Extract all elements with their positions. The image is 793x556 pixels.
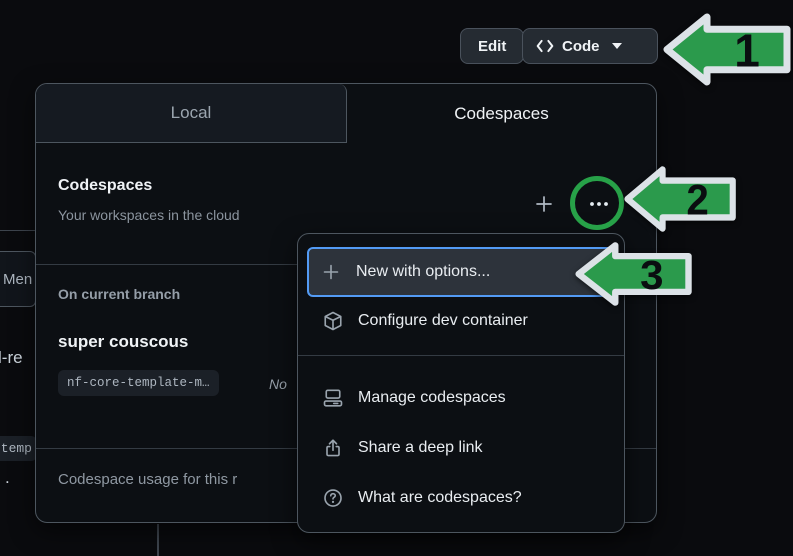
background-code-pill-fragment: temp bbox=[0, 436, 37, 461]
code-pill-fragment-label: temp bbox=[1, 441, 37, 456]
branch-pill-label: nf-core-template-m… bbox=[67, 376, 210, 390]
menu-item-label: Manage codespaces bbox=[358, 389, 506, 407]
on-current-branch-label: On current branch bbox=[58, 286, 180, 302]
new-codespace-plus-button[interactable] bbox=[534, 194, 554, 214]
codespaces-kebab-menu-button[interactable] bbox=[587, 193, 611, 215]
chevron-down-icon bbox=[612, 43, 622, 49]
menu-item-label: New with options... bbox=[356, 263, 490, 281]
code-button-label: Code bbox=[562, 38, 600, 55]
code-icon bbox=[536, 39, 554, 53]
background-dot-fragment: . bbox=[5, 468, 10, 488]
branch-pill: nf-core-template-m… bbox=[58, 370, 219, 396]
menu-item-label: Share a deep link bbox=[358, 439, 483, 457]
menu-item-new-with-options[interactable]: New with options... bbox=[307, 247, 617, 297]
menu-divider bbox=[298, 355, 624, 356]
edit-button-label: Edit bbox=[478, 38, 506, 55]
plus-icon bbox=[321, 263, 341, 281]
tab-local-label: Local bbox=[171, 103, 212, 123]
annotation-step-number: 1 bbox=[734, 24, 760, 76]
menu-item-what-are-codespaces[interactable]: What are codespaces? bbox=[309, 476, 615, 520]
codespaces-icon bbox=[323, 388, 343, 408]
codespaces-context-menu: New with options... Configure dev contai… bbox=[297, 233, 625, 533]
container-icon bbox=[323, 311, 343, 331]
codespaces-section-title: Codespaces bbox=[58, 177, 152, 195]
menu-item-label: What are codespaces? bbox=[358, 489, 522, 507]
codespace-name[interactable]: super couscous bbox=[58, 332, 188, 352]
code-button[interactable]: Code bbox=[522, 28, 658, 64]
menu-fragment-label: Men bbox=[0, 271, 32, 288]
share-icon bbox=[323, 438, 343, 458]
codespaces-section-subtitle: Your workspaces in the cloud bbox=[58, 207, 240, 223]
background-vertical-line bbox=[157, 524, 159, 556]
edit-button[interactable]: Edit bbox=[460, 28, 524, 64]
background-menu-button-fragment[interactable]: Men bbox=[0, 251, 36, 307]
menu-item-share-deep-link[interactable]: Share a deep link bbox=[309, 426, 615, 470]
question-icon bbox=[323, 488, 343, 508]
tab-codespaces[interactable]: Codespaces bbox=[347, 84, 656, 143]
codespace-usage-text: Codespace usage for this r bbox=[58, 471, 318, 488]
menu-item-label: Configure dev container bbox=[358, 312, 528, 330]
annotation-step-number: 2 bbox=[686, 176, 708, 223]
menu-item-configure-dev-container[interactable]: Configure dev container bbox=[309, 299, 615, 343]
annotation-arrow-1: 1 bbox=[663, 11, 793, 88]
background-text-fragment: l-re bbox=[0, 348, 23, 368]
codespace-note-fragment: No bbox=[269, 376, 287, 392]
background-divider-line bbox=[0, 230, 36, 231]
tab-local[interactable]: Local bbox=[36, 84, 347, 143]
tab-codespaces-label: Codespaces bbox=[454, 104, 549, 124]
code-popover-tabs: Local Codespaces bbox=[36, 84, 656, 143]
menu-item-manage-codespaces[interactable]: Manage codespaces bbox=[309, 376, 615, 420]
